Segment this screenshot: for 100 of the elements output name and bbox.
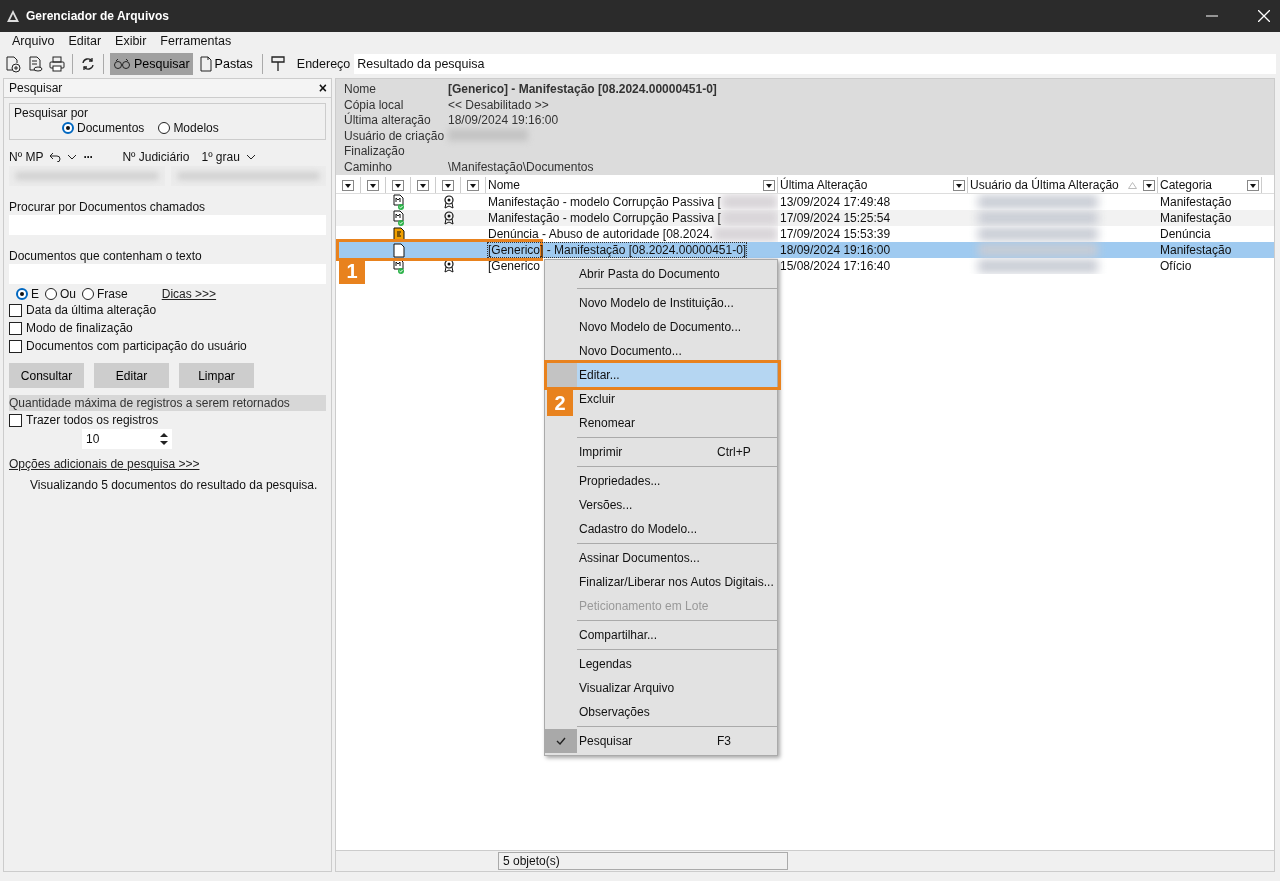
panel-title: Pesquisar bbox=[9, 81, 63, 95]
radio-option[interactable]: E bbox=[16, 287, 39, 301]
radio-option[interactable]: Ou bbox=[45, 287, 77, 301]
table-cell: Denúncia bbox=[1160, 227, 1211, 241]
filter-dropdown-button[interactable] bbox=[342, 179, 354, 191]
folders-tab-button[interactable]: Pastas bbox=[196, 53, 256, 75]
context-menu-item[interactable]: Legendas bbox=[577, 652, 777, 676]
undo-icon[interactable] bbox=[49, 152, 62, 162]
context-menu-item[interactable]: Pesquisar F3 bbox=[577, 729, 777, 753]
field-label: Documentos que contenham o texto bbox=[9, 249, 203, 263]
action-button[interactable]: Consultar bbox=[9, 363, 84, 388]
context-menu-item[interactable]: Visualizar Arquivo bbox=[577, 676, 777, 700]
address-field[interactable]: Resultado da pesquisa bbox=[354, 54, 1276, 74]
table-cell[interactable]: Denúncia - Abuso de autoridade [08.2024. bbox=[488, 227, 713, 241]
table-cell: 18/09/2024 19:16:00 bbox=[780, 243, 891, 257]
radio-option[interactable]: Documentos bbox=[62, 121, 145, 135]
table-cell: 17/09/2024 15:25:54 bbox=[780, 211, 891, 225]
menu-gutter bbox=[545, 363, 577, 387]
app-logo-icon bbox=[6, 9, 20, 23]
context-menu-item[interactable]: Abrir Pasta do Documento bbox=[577, 262, 777, 286]
detail-label: Cópia local bbox=[344, 97, 405, 112]
checkbox-option[interactable]: Trazer todos os registros bbox=[9, 411, 326, 429]
blurred-field[interactable] bbox=[170, 166, 326, 186]
context-menu-item[interactable]: Editar... bbox=[577, 363, 777, 387]
detail-label: Usuário de criação bbox=[344, 128, 446, 143]
column-header[interactable]: Categoria bbox=[1158, 177, 1262, 193]
filter-dropdown-button[interactable] bbox=[467, 179, 479, 191]
detail-value: << Desabilitado >> bbox=[448, 97, 550, 112]
context-menu-item[interactable]: Versões... bbox=[577, 493, 777, 517]
checkbox-option[interactable]: Modo de finalização bbox=[9, 319, 326, 337]
column-header[interactable]: Usuário da Última Alteração bbox=[968, 177, 1158, 193]
context-menu-item[interactable]: Excluir bbox=[577, 387, 777, 411]
document-icon bbox=[392, 242, 405, 258]
radio-option[interactable]: Frase bbox=[82, 287, 128, 301]
group-label: Pesquisar por bbox=[14, 106, 90, 120]
search-tab-button[interactable]: Pesquisar bbox=[110, 53, 193, 75]
filter-dropdown-button[interactable] bbox=[442, 179, 454, 191]
filter-dropdown-button[interactable] bbox=[417, 179, 429, 191]
detail-label: Nome bbox=[344, 82, 377, 97]
context-menu-item[interactable]: Observações bbox=[577, 700, 777, 724]
blurred-field[interactable] bbox=[9, 166, 165, 186]
table-cell[interactable]: [Generico bbox=[488, 259, 541, 273]
field-label: Procurar por Documentos chamados bbox=[9, 200, 207, 214]
binoculars-icon bbox=[113, 58, 131, 70]
context-menu-item[interactable]: Compartilhar... bbox=[577, 623, 777, 647]
step-badge: 1 bbox=[339, 258, 365, 284]
documents-icon[interactable] bbox=[26, 55, 44, 73]
close-panel-button[interactable]: × bbox=[318, 80, 327, 96]
context-menu-item[interactable]: Imprimir Ctrl+P bbox=[577, 440, 777, 464]
context-menu-item[interactable]: Novo Modelo de Documento... bbox=[577, 315, 777, 339]
filter-dropdown-button[interactable] bbox=[392, 179, 404, 191]
more-button[interactable]: ··· bbox=[83, 150, 93, 164]
table-cell[interactable]: Manifestação - modelo Corrupção Passiva [ bbox=[488, 211, 721, 225]
action-button[interactable]: Limpar bbox=[179, 363, 254, 388]
instance-dropdown[interactable]: 1º grau bbox=[201, 150, 240, 164]
window-title: Gerenciador de Arquivos bbox=[26, 9, 169, 23]
tips-link[interactable]: Dicas >>> bbox=[161, 287, 217, 301]
menu-item[interactable]: Ferramentas bbox=[160, 34, 232, 52]
context-menu-item[interactable]: Novo Modelo de Instituição... bbox=[577, 291, 777, 315]
checkbox-option[interactable]: Documentos com participação do usuário bbox=[9, 337, 326, 355]
radio-option[interactable]: Modelos bbox=[158, 121, 219, 135]
table-cell[interactable]: Manifestação - modelo Corrupção Passiva [ bbox=[488, 195, 721, 209]
step-badge: 2 bbox=[547, 390, 573, 416]
table-cell: Manifestação bbox=[1160, 195, 1232, 209]
context-menu-item[interactable]: Finalizar/Liberar nos Autos Digitais... bbox=[577, 570, 777, 594]
menu-item[interactable]: Arquivo bbox=[12, 34, 55, 52]
column-header[interactable]: Última Alteração bbox=[778, 177, 968, 193]
field-label: Nº Judiciário bbox=[122, 150, 190, 164]
table-cell: Manifestação bbox=[1160, 243, 1232, 257]
table-cell: 17/09/2024 15:53:39 bbox=[780, 227, 891, 241]
chevron-down-icon[interactable] bbox=[67, 154, 78, 160]
context-menu-item[interactable]: Assinar Documentos... bbox=[577, 546, 777, 570]
print-icon[interactable] bbox=[48, 55, 66, 73]
filter-dropdown-button[interactable] bbox=[367, 179, 379, 191]
close-icon[interactable] bbox=[1258, 10, 1270, 22]
action-button[interactable]: Editar bbox=[94, 363, 169, 388]
number-spinner[interactable]: 10 bbox=[82, 429, 172, 449]
context-menu-item[interactable]: Renomear bbox=[577, 411, 777, 435]
document-icon bbox=[199, 56, 212, 72]
status-bar: 5 objeto(s) bbox=[498, 852, 788, 870]
menu-item[interactable]: Editar bbox=[68, 34, 102, 52]
checkbox-option[interactable]: Data da última alteração bbox=[9, 301, 326, 319]
detail-value: \Manifestação\Documentos bbox=[448, 159, 595, 174]
new-document-icon[interactable] bbox=[4, 55, 22, 73]
blurred-text bbox=[712, 226, 778, 242]
filled-document-icon bbox=[392, 227, 405, 241]
more-options-link[interactable]: Opções adicionais de pesquisa >>> bbox=[9, 457, 200, 471]
context-menu-item[interactable]: Propriedades... bbox=[577, 469, 777, 493]
context-menu-item[interactable]: Cadastro do Modelo... bbox=[577, 517, 777, 541]
chevron-down-icon[interactable] bbox=[245, 154, 256, 160]
context-menu-item[interactable]: Novo Documento... bbox=[577, 339, 777, 363]
detail-label: Última alteração bbox=[344, 113, 432, 128]
results-summary: Visualizando 5 documentos do resultado da pesquisa. bbox=[29, 478, 319, 492]
detail-label: Finalização bbox=[344, 144, 406, 159]
paint-brush-icon[interactable] bbox=[268, 55, 287, 73]
document-check-icon bbox=[392, 210, 405, 226]
address-label: Endereço bbox=[296, 57, 351, 71]
menu-item[interactable]: Exibir bbox=[115, 34, 147, 52]
column-header[interactable]: Nome bbox=[486, 177, 778, 193]
table-cell: Manifestação bbox=[1160, 211, 1232, 225]
